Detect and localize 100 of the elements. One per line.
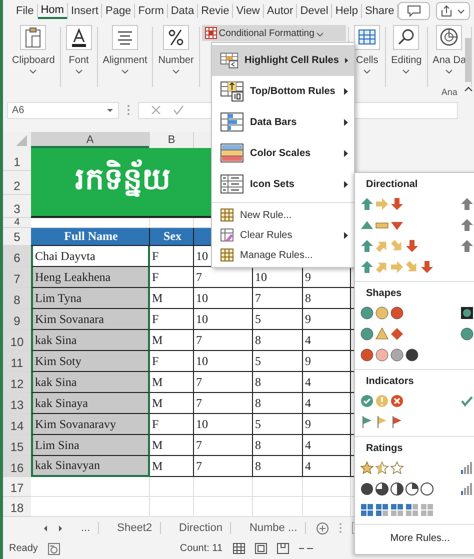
table-cell: 7 (194, 372, 253, 393)
table-cell: 4 (303, 372, 351, 393)
menu-item[interactable]: Color Scales (212, 138, 354, 169)
column-header[interactable]: A (31, 132, 150, 148)
row-header[interactable]: 11 (3, 351, 31, 372)
status-count: Count: 11 (180, 543, 223, 554)
share-icon (440, 5, 466, 17)
macro-record-icon[interactable] (48, 542, 60, 554)
ribbon-tab[interactable]: Data (168, 4, 198, 18)
ribbon-group-button[interactable]: Editing (391, 55, 422, 66)
sheet-tab[interactable]: ... (73, 522, 100, 534)
add-sheet-icon[interactable] (316, 522, 330, 534)
icon-set-option[interactable] (360, 481, 435, 497)
table-cell: 10 (194, 414, 253, 435)
table-cell: 10 (194, 309, 253, 330)
table-cell: F (150, 267, 194, 288)
collapse-ribbon-icon[interactable] (464, 86, 473, 92)
table-cell: kak Sinaya (31, 393, 150, 414)
sheet-tab[interactable]: Direction (171, 522, 232, 534)
row-header[interactable]: 9 (3, 309, 31, 330)
comment-icon (407, 5, 422, 17)
normal-view-icon[interactable] (232, 543, 245, 554)
table-cell: Lim Sina (31, 435, 150, 456)
zoom-slider-icon[interactable] (298, 547, 313, 550)
row-header[interactable]: 1 (3, 148, 31, 172)
ribbon-tab[interactable]: View (233, 4, 264, 18)
comments-button[interactable] (398, 2, 430, 20)
row-header[interactable]: 4 (3, 218, 31, 228)
section-heading: Directional (365, 179, 419, 190)
chart-icon (439, 27, 460, 48)
table-cell: M (150, 372, 194, 393)
menu-item[interactable]: Clear Rules (212, 225, 354, 245)
table-cell: 9 (303, 414, 351, 435)
sheet-tab[interactable]: Sheet2 (109, 522, 162, 534)
row-header[interactable]: 10 (3, 330, 31, 351)
table-cell: 10 (194, 288, 253, 309)
previous-sheet-icon[interactable] (43, 524, 48, 532)
row-header[interactable]: 14 (3, 414, 31, 435)
conditional-formatting-button[interactable]: Conditional Formatting (202, 25, 346, 41)
row-header[interactable]: 18 (3, 497, 31, 517)
row-header[interactable]: 8 (3, 288, 31, 309)
ribbon-tab[interactable]: File (13, 4, 38, 18)
icon-set-option[interactable] (360, 347, 420, 363)
dropdown-icon (106, 108, 114, 112)
menu-item[interactable]: New Rule... (212, 205, 354, 225)
menu-item[interactable]: Top/Bottom Rules (212, 76, 354, 107)
table-cell: kak Sina (31, 372, 150, 393)
ribbon-tab[interactable]: Devel (297, 4, 332, 18)
row-header[interactable]: 15 (3, 435, 31, 456)
caret-icon (445, 69, 454, 74)
ribbon-tab[interactable]: Hom (38, 3, 68, 19)
row-header[interactable]: 3 (3, 194, 31, 218)
row-header[interactable]: 17 (3, 477, 31, 497)
menu-item[interactable]: Highlight Cell Rules (212, 45, 354, 76)
row-header[interactable]: 5 (3, 228, 31, 246)
sheet-tab[interactable]: Numbe ... (241, 522, 306, 534)
ribbon-group-button[interactable]: Cells (356, 55, 378, 66)
row-header[interactable]: 13 (3, 393, 31, 414)
table-cell: 7 (194, 393, 253, 414)
table-cell: 8 (303, 288, 351, 309)
ribbon-group-button[interactable]: Font (68, 55, 89, 66)
section-heading: Indicators (365, 376, 415, 387)
section-heading: Ratings (365, 443, 404, 454)
ribbon-tab[interactable]: Autor (264, 4, 298, 18)
top-bottom-icon (220, 81, 244, 102)
table-cell: 5 (253, 414, 303, 435)
menu-item[interactable]: Icon Sets (212, 169, 354, 200)
row-header[interactable]: 7 (3, 267, 31, 288)
ribbon-tab[interactable]: Page (102, 4, 136, 18)
table-cell: 4 (303, 393, 351, 414)
row-header[interactable]: 16 (3, 456, 31, 477)
table-cell: F (150, 414, 194, 435)
name-box[interactable]: A6 (7, 102, 119, 118)
ribbon-tab[interactable]: Form (135, 4, 168, 18)
caret-icon (402, 69, 410, 74)
row-header[interactable]: 2 (3, 171, 31, 195)
icon-sets-icon (220, 174, 244, 195)
ribbon-group-button[interactable]: Number (158, 55, 194, 66)
table-cell: kak Sina (31, 330, 150, 351)
ribbon-group-button[interactable]: Clipboard (12, 55, 55, 66)
table-cell: kak Sinavyan (31, 456, 150, 477)
caret-icon (363, 69, 372, 74)
color-scales-icon (220, 143, 244, 164)
row-header[interactable]: 12 (3, 372, 31, 393)
share-button[interactable] (436, 2, 470, 20)
page-layout-icon[interactable] (254, 543, 267, 554)
ribbon-tab[interactable]: Revie (198, 4, 234, 18)
menu-item[interactable]: Data Bars (212, 107, 354, 138)
ribbon-group-button[interactable]: Alignment (102, 55, 148, 66)
more-rules-link[interactable]: More Rules... (355, 525, 474, 552)
manage-rules-icon (220, 248, 234, 262)
ribbon-scroll-handle[interactable] (465, 38, 471, 82)
table-cell: 9 (303, 309, 351, 330)
row-header[interactable]: 6 (3, 246, 31, 267)
icon-set-option[interactable] (360, 305, 405, 321)
next-sheet-icon[interactable] (58, 524, 63, 532)
ribbon-tab[interactable]: Help (332, 4, 362, 18)
ribbon-tab[interactable]: Insert (68, 4, 102, 18)
table-cell: 4 (303, 435, 351, 456)
page-break-icon[interactable] (276, 543, 289, 554)
